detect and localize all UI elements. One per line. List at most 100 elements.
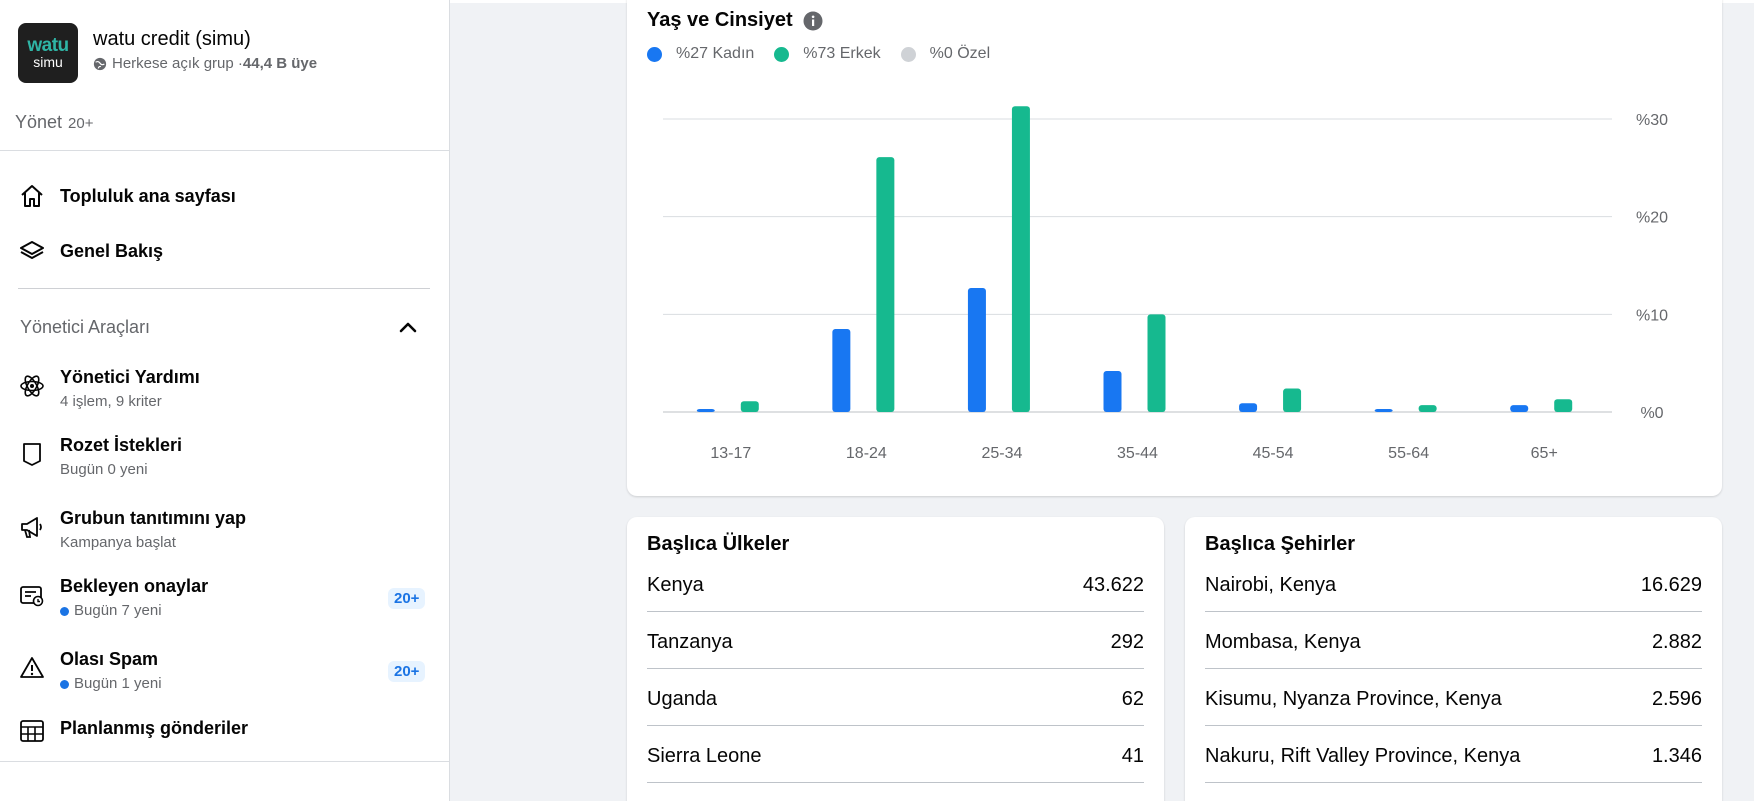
bar-female bbox=[832, 328, 851, 412]
city-value: 1.346 bbox=[1651, 745, 1702, 767]
chevron-up-icon[interactable] bbox=[396, 316, 420, 340]
logo-text-primary: watu bbox=[27, 35, 69, 56]
tool-pending-approvals-subtitle: Bugün 7 yeni bbox=[60, 601, 208, 621]
age-gender-card: Yaş ve Cinsiyet %27 Kadın %73 Erkek %0 Ö… bbox=[627, 0, 1722, 496]
country-value: 292 bbox=[1110, 631, 1144, 653]
tool-pending-approvals[interactable]: Bekleyen onaylar Bugün 7 yeni bbox=[18, 575, 208, 621]
bar-male bbox=[740, 401, 759, 412]
admin-tools-title: Yönetici Araçları bbox=[20, 317, 151, 337]
tool-promote-group[interactable]: Grubun tanıtımını yap Kampanya başlat bbox=[18, 507, 246, 553]
tool-scheduled-posts[interactable]: Planlanmış gönderiler bbox=[18, 717, 248, 745]
nav-overview-label: Genel Bakış bbox=[60, 240, 164, 261]
age-gender-chart: %0 %10 %20 %30 13-17 18-24 25-34 35-44 45-54 55-6… bbox=[663, 106, 1668, 462]
city-name: Nakuru, Rift Valley Province, Kenya bbox=[1205, 745, 1521, 767]
top-countries-title: Başlıca Ülkeler bbox=[647, 533, 790, 555]
bar-female bbox=[696, 409, 715, 412]
city-value: 16.629 bbox=[1640, 574, 1702, 596]
tool-admin-assist[interactable]: Yönetici Yardımı 4 işlem, 9 kriter bbox=[18, 366, 200, 412]
table-row: Nairobi, Kenya 16.629 bbox=[1205, 574, 1702, 612]
bar-male bbox=[1554, 399, 1573, 412]
nav-community-home[interactable]: Topluluk ana sayfası bbox=[18, 182, 236, 210]
country-name: Kenya bbox=[647, 574, 704, 596]
table-row: Tanzanya 292 bbox=[647, 631, 1144, 669]
top-countries-card: Başlıca Ülkeler Kenya 43.622 Tanzanya 29… bbox=[627, 517, 1164, 801]
y-tick-label: %20 bbox=[1636, 210, 1668, 227]
new-indicator-dot bbox=[60, 679, 69, 689]
city-name: Mombasa, Kenya bbox=[1205, 631, 1361, 653]
country-name: Sierra Leone bbox=[647, 745, 762, 767]
bar-female bbox=[1103, 370, 1122, 412]
bar-male bbox=[1011, 106, 1030, 412]
atom-icon bbox=[18, 372, 46, 400]
pending-icon bbox=[18, 581, 46, 609]
home-icon bbox=[18, 182, 46, 210]
spam-count-badge: 20+ bbox=[388, 661, 426, 682]
group-meta: Herkese açık grup · 44,4 B üye bbox=[93, 55, 317, 72]
table-row: Mombasa, Kenya 2.882 bbox=[1205, 631, 1702, 669]
y-tick-label: %30 bbox=[1636, 112, 1668, 129]
bar-male bbox=[1283, 388, 1302, 412]
bar-female bbox=[967, 287, 986, 412]
tool-scheduled-posts-title: Planlanmış gönderiler bbox=[60, 718, 249, 738]
group-header[interactable]: watu simu watu credit (simu) Herkese açı… bbox=[18, 23, 317, 83]
group-member-count: 44,4 B üye bbox=[242, 55, 318, 72]
y-tick-label: %10 bbox=[1636, 307, 1668, 324]
group-privacy: Herkese açık grup · bbox=[112, 55, 243, 72]
y-tick-label: %0 bbox=[1640, 405, 1663, 422]
country-name: Tanzanya bbox=[647, 631, 733, 653]
table-row: Uganda 62 bbox=[647, 688, 1144, 726]
logo-text-secondary: simu bbox=[33, 54, 63, 70]
country-name: Uganda bbox=[647, 688, 718, 710]
divider bbox=[0, 761, 450, 762]
pending-count-badge: 20+ bbox=[388, 588, 426, 609]
city-value: 2.596 bbox=[1651, 688, 1702, 710]
x-tick-label: 45-54 bbox=[1253, 445, 1294, 462]
group-name[interactable]: watu credit (simu) bbox=[93, 27, 317, 51]
bar-male bbox=[1147, 314, 1166, 412]
globe-icon bbox=[93, 57, 107, 70]
x-tick-label: 65+ bbox=[1531, 445, 1558, 462]
city-name: Nairobi, Kenya bbox=[1205, 574, 1337, 596]
divider bbox=[18, 288, 430, 289]
x-tick-label: 35-44 bbox=[1117, 445, 1158, 462]
group-logo[interactable]: watu simu bbox=[18, 23, 78, 83]
bar-female bbox=[1374, 409, 1393, 412]
bar-male bbox=[1418, 405, 1437, 412]
tool-badge-requests[interactable]: Rozet İstekleri Bugün 0 yeni bbox=[18, 434, 182, 480]
tool-potential-spam[interactable]: Olası Spam Bugün 1 yeni bbox=[18, 648, 162, 694]
warning-icon bbox=[18, 654, 46, 682]
tool-potential-spam-subtitle: Bugün 1 yeni bbox=[60, 674, 162, 694]
bar-male bbox=[876, 157, 895, 412]
nav-overview[interactable]: Genel Bakış bbox=[18, 237, 163, 265]
tool-admin-assist-subtitle: 4 işlem, 9 kriter bbox=[60, 393, 162, 410]
x-tick-label: 25-34 bbox=[981, 445, 1022, 462]
tool-pending-approvals-title: Bekleyen onaylar bbox=[60, 576, 209, 596]
table-row: Nakuru, Rift Valley Province, Kenya 1.34… bbox=[1205, 745, 1702, 783]
table-row: Kisumu, Nyanza Province, Kenya 2.596 bbox=[1205, 688, 1702, 726]
city-value: 2.882 bbox=[1651, 631, 1702, 653]
x-tick-label: 13-17 bbox=[710, 445, 751, 462]
divider bbox=[0, 150, 450, 151]
admin-sidebar: watu simu watu credit (simu) Herkese açı… bbox=[0, 0, 450, 801]
manage-count: 20+ bbox=[68, 115, 94, 132]
table-row: Kenya 43.622 bbox=[647, 574, 1144, 612]
x-tick-label: 55-64 bbox=[1388, 445, 1429, 462]
new-indicator-dot bbox=[60, 606, 69, 616]
layers-icon bbox=[18, 237, 46, 265]
tool-pending-approvals-subtitle-text: Bugün 7 yeni bbox=[74, 602, 162, 619]
country-value: 43.622 bbox=[1082, 574, 1144, 596]
city-name: Kisumu, Nyanza Province, Kenya bbox=[1205, 688, 1502, 710]
manage-label: Yönet bbox=[15, 112, 63, 132]
tool-promote-group-title: Grubun tanıtımını yap bbox=[60, 508, 247, 528]
tool-badge-requests-subtitle: Bugün 0 yeni bbox=[60, 461, 148, 478]
table-row: Sierra Leone 41 bbox=[647, 745, 1144, 783]
bar-female bbox=[1510, 405, 1529, 412]
megaphone-icon bbox=[18, 513, 46, 541]
tool-potential-spam-title: Olası Spam bbox=[60, 649, 159, 669]
country-value: 62 bbox=[1121, 688, 1144, 710]
top-cities-title: Başlıca Şehirler bbox=[1205, 533, 1356, 555]
bar-female bbox=[1239, 403, 1258, 412]
nav-community-home-label: Topluluk ana sayfası bbox=[60, 185, 236, 206]
calendar-icon bbox=[18, 717, 46, 745]
tool-badge-requests-title: Rozet İstekleri bbox=[60, 435, 183, 455]
